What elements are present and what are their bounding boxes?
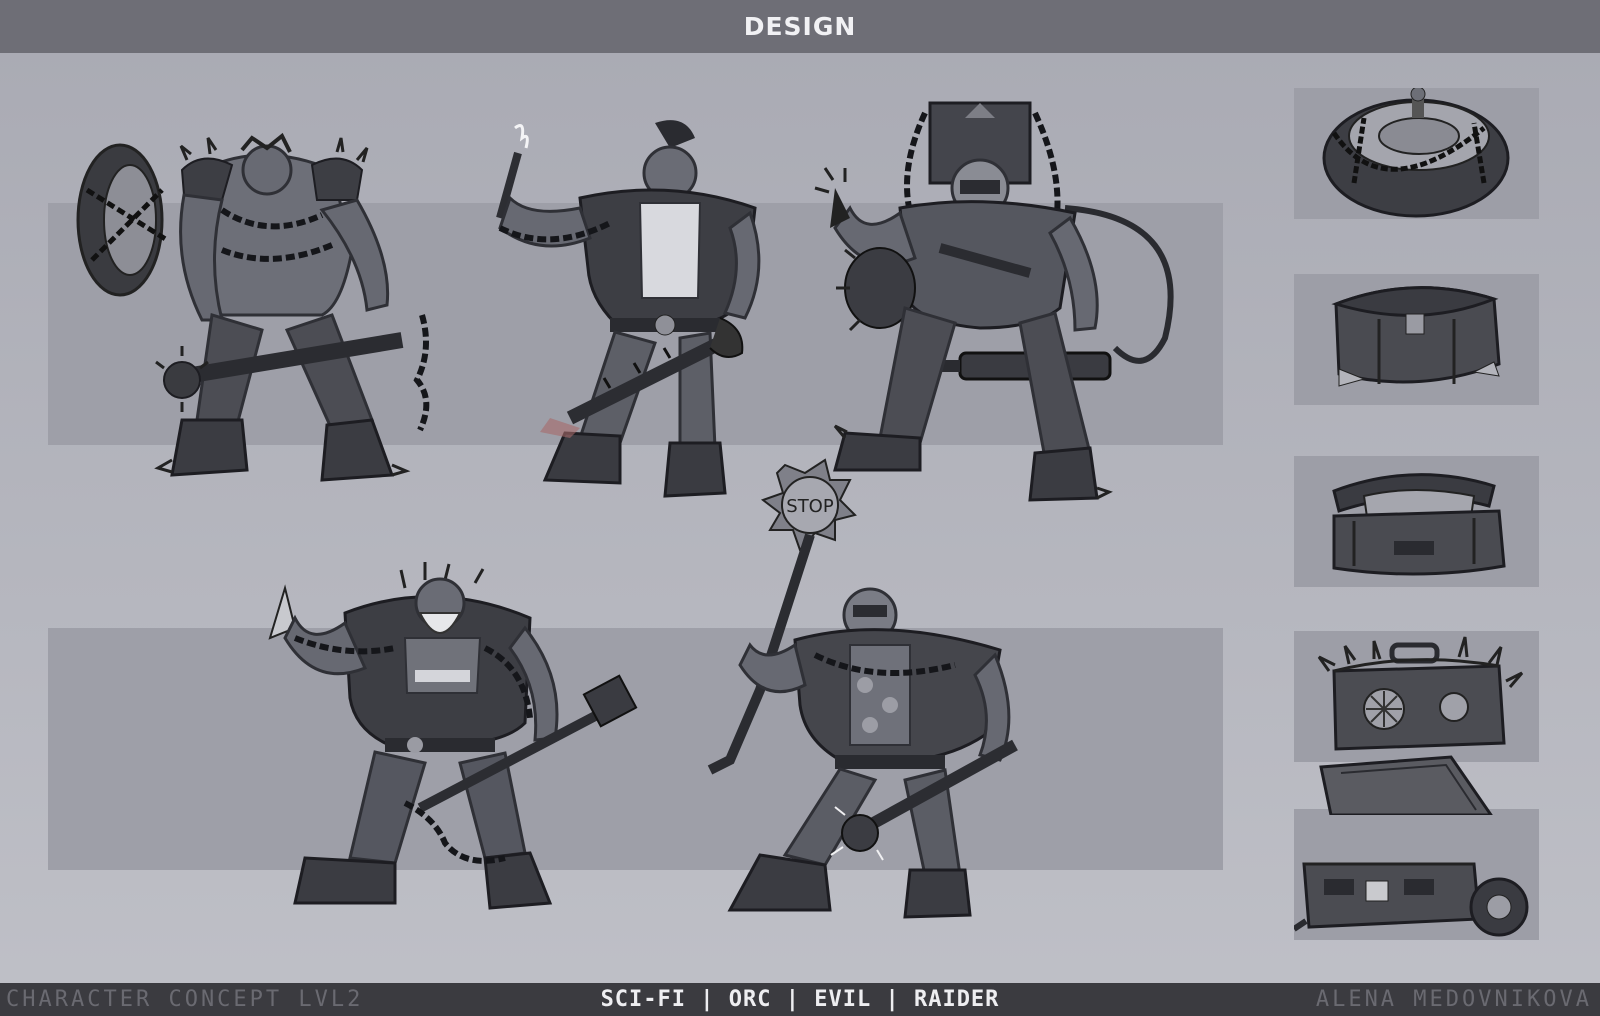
character-orc-bearded-hammer [255, 558, 650, 926]
character-orc-torch-mohawk [470, 118, 790, 505]
footer-bar: CHARACTER CONCEPT LVL2 SCI-FI | ORC | EV… [0, 983, 1600, 1016]
character-orc-stop-sign-mace: STOP [655, 455, 1050, 930]
prop-chained-tire [1294, 88, 1539, 219]
prop-spiked-safe [1294, 631, 1539, 762]
prop-trailer-box-wheel [1294, 809, 1539, 940]
character-orc-tank-backpack [805, 98, 1200, 508]
footer-artist-name: ALENA MEDOVNIKOVA [1315, 987, 1592, 1012]
character-orc-tire-shield [72, 130, 462, 505]
header-bar: DESIGN [0, 0, 1600, 53]
page-title: DESIGN [743, 12, 857, 41]
prop-open-chest [1294, 456, 1539, 587]
prop-closed-crate [1294, 274, 1539, 405]
prop-trailer-lid [1301, 755, 1521, 815]
stop-sign-text: STOP [786, 496, 834, 517]
